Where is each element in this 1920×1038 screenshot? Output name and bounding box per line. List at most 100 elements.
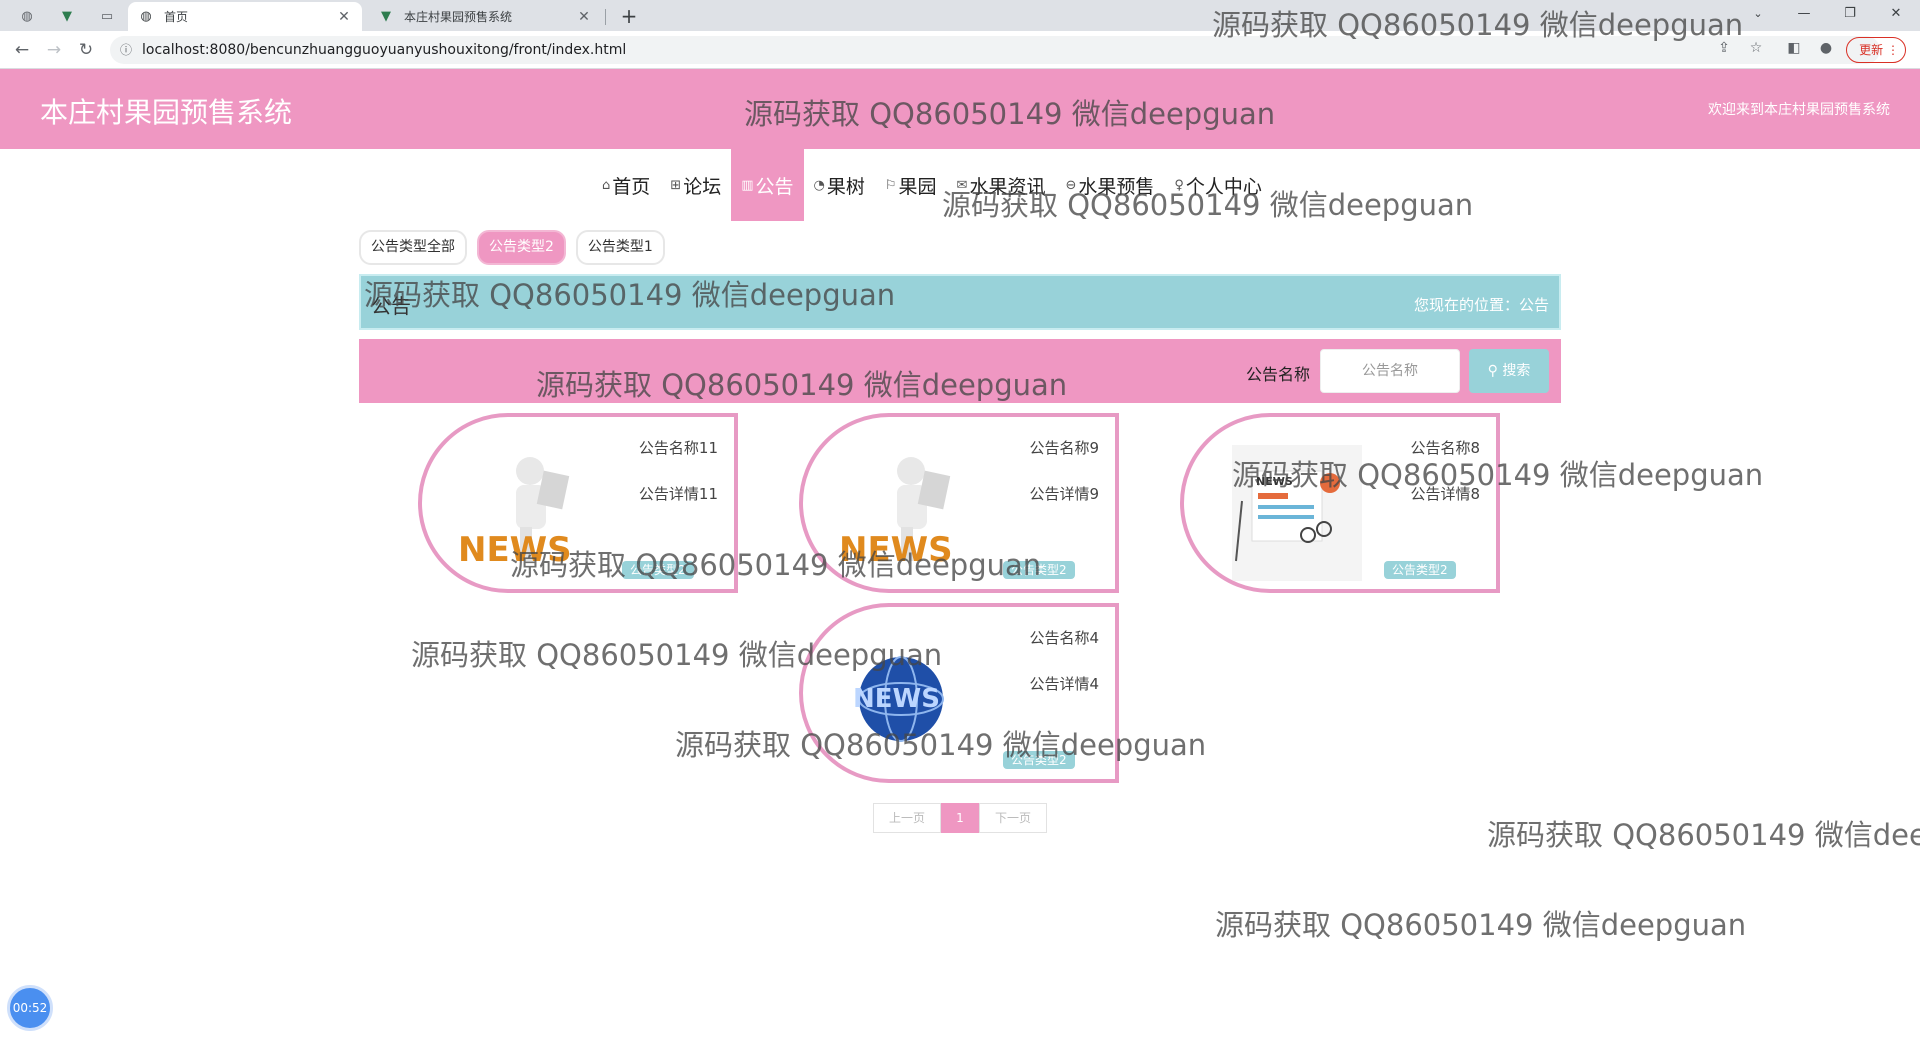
type-filter-all[interactable]: 公告类型全部 bbox=[359, 230, 467, 265]
user-icon: ♀ bbox=[1174, 177, 1184, 193]
presale-icon: ⊖ bbox=[1065, 177, 1077, 193]
svg-text:NEWS: NEWS bbox=[853, 684, 940, 714]
notice-detail: 公告详情11 bbox=[638, 485, 718, 503]
tab-search-button[interactable]: ⌄ bbox=[1735, 0, 1781, 31]
update-button[interactable]: 更新 ⋮ bbox=[1846, 37, 1906, 63]
search-icon: ⚲ bbox=[1487, 363, 1498, 379]
bookmark-star-icon[interactable]: ☆ bbox=[1744, 36, 1768, 60]
nav-personal-center[interactable]: ♀ 个人中心 bbox=[1164, 149, 1272, 221]
notice-card[interactable]: NEWS 公告名称4 公告详情4 公告类型2 bbox=[799, 603, 1119, 783]
nav-orchard[interactable]: ⚐ 果园 bbox=[875, 149, 947, 221]
notice-detail: 公告详情8 bbox=[1410, 485, 1480, 503]
recording-timer: 00:52 bbox=[7, 985, 53, 1031]
notice-icon: ▥ bbox=[741, 177, 754, 193]
update-label: 更新 bbox=[1859, 43, 1884, 57]
globe-icon: ◍ bbox=[140, 9, 152, 24]
breadcrumb-position: 您现在的位置：公告 bbox=[1413, 296, 1549, 314]
nav-fruit-presale[interactable]: ⊖ 水果预售 bbox=[1055, 149, 1164, 221]
reload-button[interactable]: ↻ bbox=[74, 39, 98, 61]
notice-detail: 公告详情9 bbox=[1029, 485, 1099, 503]
notice-name: 公告名称9 bbox=[1029, 439, 1099, 457]
welcome-text: 欢迎来到本庄村果园预售系统 bbox=[1708, 102, 1890, 118]
pinned-tab-blank[interactable]: ▭ bbox=[94, 4, 120, 28]
side-panel-icon[interactable]: ◧ bbox=[1782, 36, 1806, 60]
blank-page-icon: ▭ bbox=[100, 8, 114, 24]
notice-name: 公告名称4 bbox=[1029, 629, 1099, 647]
address-bar: ← → ↻ ⓘ localhost:8080/bencunzhuangguoyu… bbox=[0, 31, 1920, 69]
vue-logo-icon: ▼ bbox=[62, 8, 72, 24]
reload-icon: ↻ bbox=[78, 40, 94, 60]
nav-forum[interactable]: ⊞ 论坛 bbox=[660, 149, 731, 221]
notice-name-input[interactable]: 公告名称 bbox=[1320, 349, 1460, 393]
nav-label: 论坛 bbox=[683, 175, 722, 198]
nav-label: 公告 bbox=[755, 175, 794, 198]
svg-text:NEWS: NEWS bbox=[458, 530, 572, 570]
watermark-text: 源码获取 QQ86050149 微信deepguan bbox=[1487, 818, 1920, 852]
close-window-button[interactable]: ✕ bbox=[1873, 0, 1919, 31]
search-button-label: 搜索 bbox=[1502, 363, 1531, 379]
tab-title: 首页 bbox=[164, 10, 189, 24]
notice-name: 公告名称8 bbox=[1410, 439, 1480, 457]
nav-home[interactable]: ⌂ 首页 bbox=[592, 149, 660, 221]
maximize-button[interactable]: ❐ bbox=[1827, 0, 1873, 31]
prev-page-button[interactable]: 上一页 bbox=[873, 803, 941, 833]
home-icon: ⌂ bbox=[602, 177, 611, 193]
breadcrumb: 公告 您现在的位置：公告 bbox=[359, 274, 1561, 330]
url-field[interactable]: ⓘ localhost:8080/bencunzhuangguoyuanyush… bbox=[110, 36, 1880, 64]
notice-type-badge: 公告类型2 bbox=[1003, 751, 1075, 769]
nav-label: 个人中心 bbox=[1185, 175, 1262, 198]
url-text: localhost:8080/bencunzhuangguoyuanyushou… bbox=[142, 42, 627, 58]
pinned-tab-vue[interactable]: ▼ bbox=[54, 4, 80, 28]
close-icon[interactable]: ✕ bbox=[576, 9, 592, 25]
globe-icon: ◍ bbox=[21, 8, 33, 24]
share-icon[interactable]: ⇪ bbox=[1712, 36, 1736, 60]
vue-logo-icon: ▼ bbox=[381, 9, 391, 24]
svg-text:NEWS: NEWS bbox=[1256, 475, 1293, 488]
new-tab-button[interactable]: + bbox=[616, 3, 642, 29]
nav-label: 水果资讯 bbox=[969, 175, 1046, 198]
minimize-button[interactable]: — bbox=[1781, 0, 1827, 31]
notice-type-badge: 公告类型2 bbox=[1003, 561, 1075, 579]
nav-notice[interactable]: ▥ 公告 bbox=[731, 149, 804, 221]
news-globe-image: NEWS bbox=[853, 656, 944, 742]
browser-tab-system[interactable]: ▼ 本庄村果园预售系统 ✕ bbox=[368, 2, 602, 31]
nav-fruit-news[interactable]: ✉ 水果资讯 bbox=[947, 149, 1056, 221]
close-icon[interactable]: ✕ bbox=[336, 9, 352, 25]
site-title: 本庄村果园预售系统 bbox=[40, 96, 293, 129]
browser-tab-home[interactable]: ◍ 首页 ✕ bbox=[128, 2, 362, 31]
notice-name: 公告名称11 bbox=[638, 439, 718, 457]
info-icon[interactable]: ⓘ bbox=[118, 42, 134, 58]
search-button[interactable]: ⚲ 搜索 bbox=[1469, 349, 1549, 393]
notice-type-badge: 公告类型2 bbox=[622, 561, 694, 579]
notice-card[interactable]: NEWS 公告名称8 公告详情8 公告类型2 bbox=[1180, 413, 1500, 593]
nav-label: 水果预售 bbox=[1078, 175, 1155, 198]
back-button[interactable]: ← bbox=[10, 39, 34, 61]
notice-detail: 公告详情4 bbox=[1029, 675, 1099, 693]
watermark-text: 源码获取 QQ86050149 微信deepguan bbox=[1215, 908, 1747, 942]
nav-fruit-tree[interactable]: ◔ 果树 bbox=[804, 149, 875, 221]
arrow-left-icon: ← bbox=[14, 40, 30, 60]
newspaper-illustration-image: NEWS bbox=[1232, 445, 1362, 581]
nav-label: 果园 bbox=[898, 175, 937, 198]
forward-button[interactable]: → bbox=[42, 39, 66, 61]
browser-tab-bar: ◍ ▼ ▭ ◍ 首页 ✕ ▼ 本庄村果园预售系统 ✕ + ⌄ — ❐ ✕ bbox=[0, 0, 1920, 31]
type-filter-2[interactable]: 公告类型2 bbox=[477, 230, 566, 265]
tab-divider bbox=[605, 9, 606, 25]
page-number-button[interactable]: 1 bbox=[941, 803, 979, 833]
next-page-button[interactable]: 下一页 bbox=[979, 803, 1047, 833]
type-filter-1[interactable]: 公告类型1 bbox=[575, 230, 665, 265]
notice-card[interactable]: NEWS 公告名称9 公告详情9 公告类型2 bbox=[799, 413, 1119, 593]
notice-card[interactable]: NEWS 公告名称11 公告详情11 公告类型2 bbox=[418, 413, 738, 593]
pagination: 上一页 1 下一页 bbox=[873, 803, 1047, 833]
profile-avatar-icon[interactable]: ● bbox=[1814, 36, 1838, 60]
tree-icon: ◔ bbox=[813, 177, 825, 193]
news-figure-image: NEWS bbox=[839, 457, 953, 570]
search-bar: 公告名称 公告名称 ⚲ 搜索 bbox=[359, 339, 1561, 403]
search-label: 公告名称 bbox=[1246, 365, 1311, 384]
page-title: 公告 bbox=[371, 294, 411, 318]
flag-icon: ⚐ bbox=[884, 177, 897, 193]
pinned-tab-globe[interactable]: ◍ bbox=[14, 4, 40, 28]
chevron-down-icon: ⌄ bbox=[1753, 7, 1763, 20]
svg-text:NEWS: NEWS bbox=[839, 530, 953, 570]
news-figure-image: NEWS bbox=[458, 457, 572, 570]
